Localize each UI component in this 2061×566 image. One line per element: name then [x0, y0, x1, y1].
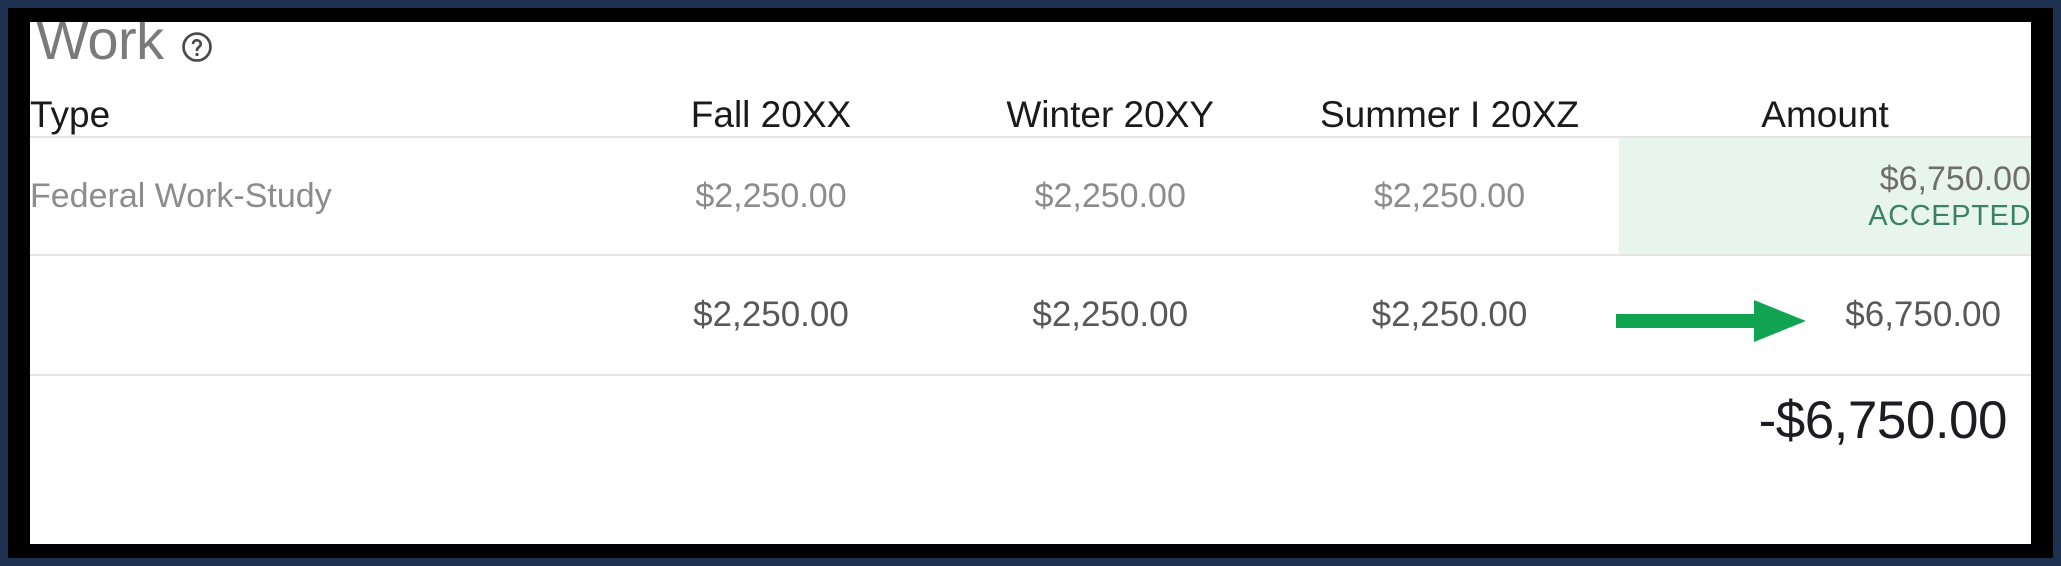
- inner-border-frame: Work Type Fall 20XX Winter 20XY Summer I…: [8, 8, 2053, 558]
- cell-totals-label: [30, 255, 602, 376]
- cell-award-fall: $2,250.00: [601, 137, 941, 256]
- cell-totals-amount: $6,750.00: [1619, 255, 2031, 376]
- cell-totals-winter: $2,250.00: [940, 255, 1280, 376]
- screenshot-frame: Work Type Fall 20XX Winter 20XY Summer I…: [0, 0, 2061, 566]
- column-header-fall: Fall 20XX: [601, 22, 941, 138]
- column-header-type: Type: [30, 22, 602, 138]
- column-header-summer: Summer I 20XZ: [1279, 22, 1620, 138]
- cell-totals-fall: $2,250.00: [601, 255, 941, 376]
- work-awards-table: Type Fall 20XX Winter 20XY Summer I 20XZ…: [30, 22, 2031, 475]
- cell-award-amount: $6,750.00 ACCEPTED: [1619, 137, 2031, 256]
- table-header-row: Type Fall 20XX Winter 20XY Summer I 20XZ…: [30, 22, 2031, 138]
- work-section-panel: Work Type Fall 20XX Winter 20XY Summer I…: [30, 22, 2031, 544]
- column-header-amount: Amount: [1619, 22, 2031, 138]
- table-row: Federal Work-Study $2,250.00 $2,250.00 $…: [30, 137, 2031, 256]
- cell-award-winter: $2,250.00: [940, 137, 1280, 256]
- status-badge: ACCEPTED: [1868, 199, 2031, 232]
- cell-award-summer: $2,250.00: [1279, 137, 1620, 256]
- net-balance-amount: -$6,750.00: [1758, 391, 2008, 450]
- cell-totals-summer: $2,250.00: [1279, 255, 1620, 376]
- cell-award-type: Federal Work-Study: [30, 137, 602, 256]
- table-totals-row: $2,250.00 $2,250.00 $2,250.00 $6,750.00: [30, 255, 2031, 376]
- column-header-winter: Winter 20XY: [940, 22, 1280, 138]
- table-net-row: -$6,750.00: [30, 375, 2031, 475]
- award-amount-value: $6,750.00: [1879, 159, 2031, 198]
